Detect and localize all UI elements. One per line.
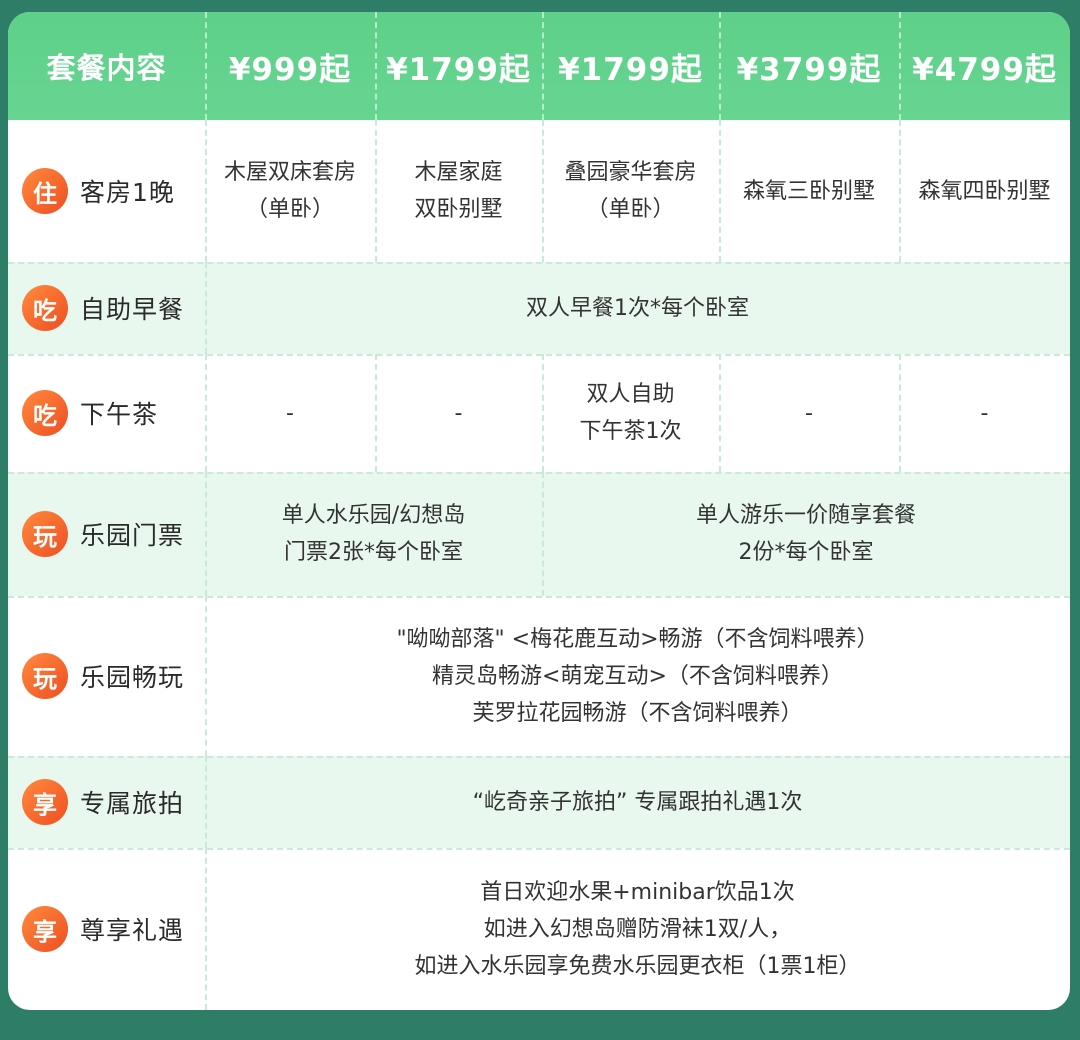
column-divider (205, 848, 207, 1010)
header-divider (899, 12, 901, 120)
header-divider (719, 12, 721, 120)
header-divider (205, 12, 207, 120)
row-label: 住 客房1晚 (8, 120, 205, 262)
row-park-tickets: 玩 乐园门票 单人水乐园/幻想岛 门票2张*每个卧室 单人游乐一价随享套餐 2份… (8, 472, 1070, 596)
price-4799: ¥4799起 (912, 51, 1057, 88)
row-divider (8, 472, 1070, 474)
tea-cell: 双人自助 下午茶1次 (579, 382, 682, 444)
row-label: 玩 乐园门票 (8, 472, 205, 596)
column-divider (899, 354, 901, 472)
price-999: ¥999起 (228, 51, 352, 88)
tickets-cell-left: 单人水乐园/幻想岛 门票2张*每个卧室 (281, 503, 466, 565)
price-1799-a: ¥1799起 (386, 51, 531, 88)
row-photo: 享 专属旅拍 “屹奇亲子旅拍” 专属跟拍礼遇1次 (8, 756, 1070, 848)
row-label-text: 专属旅拍 (80, 789, 185, 818)
row-label-text: 下午茶 (80, 400, 159, 429)
row-vip-benefits: 享 尊享礼遇 首日欢迎水果+minibar饮品1次 如进入幻想岛赠防滑袜1双/人… (8, 848, 1070, 1010)
column-divider (205, 596, 207, 756)
row-divider (8, 756, 1070, 758)
row-label: 吃 自助早餐 (8, 262, 205, 354)
enjoy-badge-icon: 享 (22, 779, 68, 825)
table-header: 套餐内容 ¥999起 ¥1799起 ¥1799起 ¥3799起 ¥4799起 (8, 12, 1070, 120)
row-divider (8, 354, 1070, 356)
row-afternoon-tea: 吃 下午茶 - - 双人自助 下午茶1次 - - (8, 354, 1070, 472)
column-divider (542, 354, 544, 472)
park-play-cell: "呦呦部落" <梅花鹿互动>畅游（不含饲料喂养） 精灵岛畅游<萌宠互动>（不含饲… (396, 626, 879, 726)
column-divider (719, 120, 721, 262)
tea-cell: - (286, 400, 294, 426)
price-3799: ¥3799起 (736, 51, 882, 88)
row-divider (8, 262, 1070, 264)
column-divider (375, 120, 377, 262)
row-label-text: 乐园畅玩 (80, 663, 185, 692)
column-divider (205, 354, 207, 472)
room-cell: 木屋双床套房 （单卧） (223, 160, 356, 222)
price-1799-b: ¥1799起 (558, 51, 703, 88)
enjoy-badge-icon: 享 (22, 906, 68, 952)
row-breakfast: 吃 自助早餐 双人早餐1次*每个卧室 (8, 262, 1070, 354)
column-divider (542, 472, 544, 596)
header-title: 套餐内容 (46, 51, 167, 85)
photo-cell: “屹奇亲子旅拍” 专属跟拍礼遇1次 (472, 789, 803, 815)
header-divider (375, 12, 377, 120)
package-table: 套餐内容 ¥999起 ¥1799起 ¥1799起 ¥3799起 ¥4799起 住… (8, 12, 1070, 1010)
room-cell: 森氧三卧别墅 (742, 178, 875, 204)
row-label: 享 尊享礼遇 (8, 848, 205, 1010)
column-divider (719, 354, 721, 472)
eat-badge-icon: 吃 (22, 390, 68, 436)
column-divider (205, 262, 207, 354)
row-park-play: 玩 乐园畅玩 "呦呦部落" <梅花鹿互动>畅游（不含饲料喂养） 精灵岛畅游<萌宠… (8, 596, 1070, 756)
row-label-text: 乐园门票 (80, 521, 185, 550)
row-label-text: 尊享礼遇 (80, 916, 185, 945)
breakfast-cell: 双人早餐1次*每个卧室 (526, 295, 749, 321)
column-divider (375, 354, 377, 472)
column-divider (205, 472, 207, 596)
play-badge-icon: 玩 (22, 511, 68, 557)
row-label-text: 客房1晚 (80, 178, 175, 207)
room-cell: 叠园豪华套房 （单卧） (564, 160, 697, 222)
tea-cell: - (454, 400, 463, 426)
column-divider (542, 120, 544, 262)
row-label: 享 专属旅拍 (8, 756, 205, 848)
column-divider (205, 120, 207, 262)
row-room: 住 客房1晚 木屋双床套房 （单卧） 木屋家庭 双卧别墅 叠园豪华套房 （单卧）… (8, 120, 1070, 262)
row-label-text: 自助早餐 (80, 295, 185, 324)
row-divider (8, 596, 1070, 598)
row-divider (8, 848, 1070, 850)
tea-cell: - (980, 400, 989, 426)
row-label: 吃 下午茶 (8, 354, 205, 472)
play-badge-icon: 玩 (22, 653, 68, 699)
tickets-cell-right: 单人游乐一价随享套餐 2份*每个卧室 (695, 503, 916, 565)
benefits-cell: 首日欢迎水果+minibar饮品1次 如进入幻想岛赠防滑袜1双/人， 如进入水乐… (414, 879, 861, 979)
header-divider (542, 12, 544, 120)
eat-badge-icon: 吃 (22, 285, 68, 331)
column-divider (899, 120, 901, 262)
stay-badge-icon: 住 (22, 168, 68, 214)
room-cell: 森氧四卧别墅 (918, 178, 1051, 204)
row-label: 玩 乐园畅玩 (8, 596, 205, 756)
tea-cell: - (805, 400, 813, 426)
column-divider (205, 756, 207, 848)
room-cell: 木屋家庭 双卧别墅 (414, 160, 503, 222)
